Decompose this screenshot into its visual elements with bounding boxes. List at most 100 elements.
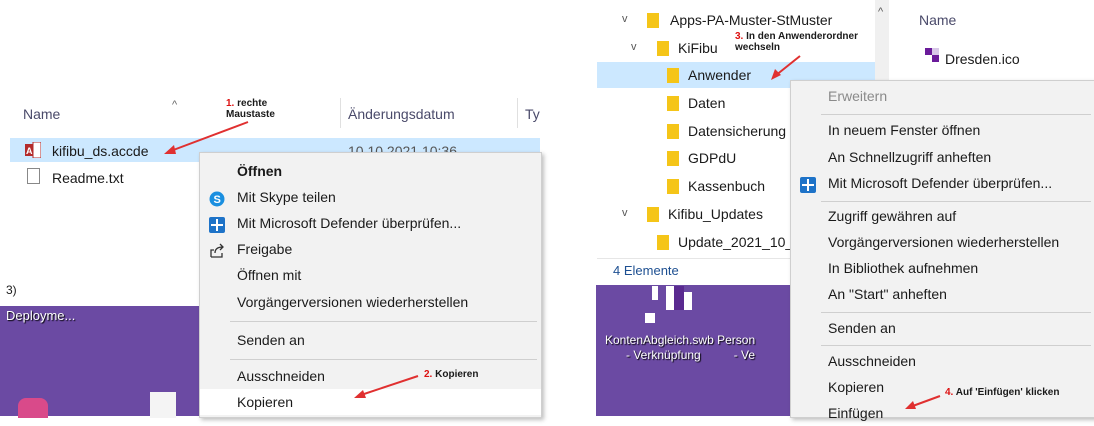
tree-item-gdpdu[interactable]: GDPdU <box>688 150 736 166</box>
column-divider[interactable] <box>517 98 518 128</box>
file-name-readme[interactable]: Readme.txt <box>52 170 124 186</box>
menu-separator <box>821 345 1091 346</box>
menu-item-label: Ausschneiden <box>828 353 916 369</box>
folder-icon <box>667 96 679 111</box>
desktop-label-text: Person <box>717 333 756 347</box>
annotation-number: 3. <box>735 31 744 42</box>
annotation-number: 2. <box>424 369 433 380</box>
menu-item-copy[interactable]: Kopieren <box>200 389 541 415</box>
desktop-app-icon[interactable] <box>18 398 48 418</box>
menu-item-label: Zugriff gewähren auf <box>828 208 957 224</box>
tree-expand-chevron-icon[interactable]: v <box>622 207 628 219</box>
folder-icon <box>657 235 669 250</box>
desktop-icon-label[interactable]: Deployme... <box>6 308 75 323</box>
menu-item-label: Erweitern <box>828 88 888 104</box>
menu-item-label: Mit Skype teilen <box>237 189 336 205</box>
desktop-label-text: KontenAbgleich.swb <box>605 333 714 347</box>
menu-item-label: Vorgängerversionen wiederherstellen <box>828 234 1060 250</box>
menu-item-label: In Bibliothek aufnehmen <box>828 260 979 276</box>
menu-item-add-to-library[interactable]: In Bibliothek aufnehmen <box>791 255 1094 281</box>
context-menu-left: Öffnen S Mit Skype teilen Mit Microsoft … <box>199 152 542 418</box>
desktop-icon-label[interactable]: KontenAbgleich.swb Person - Verknüpfung -… <box>605 333 755 363</box>
column-divider[interactable] <box>340 98 341 128</box>
tree-item-daten[interactable]: Daten <box>688 95 725 111</box>
shortcut-arrow-icon <box>645 313 655 323</box>
menu-item-label: Senden an <box>237 332 305 348</box>
menu-item-label: Mit Microsoft Defender überprüfen... <box>828 175 1053 191</box>
menu-separator <box>821 201 1091 202</box>
annotation-text: In den Anwenderordner <box>746 31 858 42</box>
menu-item-label: An Schnellzugriff anheften <box>828 149 992 165</box>
menu-separator <box>821 114 1091 115</box>
menu-item-restore-versions[interactable]: Vorgängerversionen wiederherstellen <box>200 289 541 315</box>
menu-item-send-to-right[interactable]: Senden an <box>791 315 1094 341</box>
menu-separator <box>230 321 537 322</box>
menu-item-label: Mit Microsoft Defender überprüfen... <box>237 215 462 231</box>
menu-item-label: Ausschneiden <box>237 368 325 384</box>
tree-item-anwender[interactable]: Anwender <box>688 67 751 83</box>
menu-item-label: Einfügen <box>828 405 884 421</box>
tree-item-kifibu-updates[interactable]: Kifibu_Updates <box>668 206 763 222</box>
tree-item-datensicherung[interactable]: Datensicherung <box>688 123 786 139</box>
desktop-label-text: - Verknüpfung <box>626 348 701 362</box>
menu-item-label: Öffnen <box>237 163 283 179</box>
menu-item-send-to[interactable]: Senden an <box>200 327 541 353</box>
folder-icon <box>647 207 659 222</box>
menu-item-pin-start[interactable]: An "Start" anheften <box>791 281 1094 307</box>
menu-item-pin-quick-access[interactable]: An Schnellzugriff anheften <box>791 144 1094 170</box>
annotation-text: Kopieren <box>435 369 479 380</box>
tree-item-apps[interactable]: Apps-PA-Muster-StMuster <box>670 12 832 28</box>
tree-item-kassenbuch[interactable]: Kassenbuch <box>688 178 765 194</box>
menu-item-label: An "Start" anheften <box>828 286 947 302</box>
menu-item-share[interactable]: Freigabe <box>200 236 541 262</box>
folder-icon <box>667 151 679 166</box>
menu-item-label: Kopieren <box>828 379 885 395</box>
menu-item-expand: Erweitern <box>791 83 1094 109</box>
tree-expand-chevron-icon[interactable]: v <box>622 13 628 25</box>
tree-item-update[interactable]: Update_2021_10_ <box>678 234 793 250</box>
menu-separator <box>230 359 537 360</box>
sort-chevron-up-icon: ^ <box>172 99 178 111</box>
menu-item-skype-share[interactable]: S Mit Skype teilen <box>200 184 541 210</box>
tree-expand-chevron-icon[interactable]: v <box>631 41 637 53</box>
file-name-kifibu[interactable]: kifibu_ds.accde <box>52 143 149 159</box>
annotation-text: wechseln <box>735 42 781 53</box>
annotation-text: rechte <box>237 98 268 109</box>
status-bar-count: 4 Elemente <box>613 263 679 278</box>
menu-item-cut[interactable]: Ausschneiden <box>200 363 541 389</box>
annotation-step-3: 3. In den Anwenderordner wechseln <box>735 31 858 53</box>
menu-separator <box>821 312 1091 313</box>
access-file-icon: A <box>25 141 42 159</box>
menu-item-label: Senden an <box>828 320 896 336</box>
menu-item-paste[interactable]: Einfügen <box>791 400 1094 426</box>
annotation-step-1: 1. rechte Maustaste <box>226 98 275 120</box>
defender-shield-icon <box>209 215 225 233</box>
folder-icon <box>667 68 679 83</box>
menu-item-open-with[interactable]: Öffnen mit <box>200 262 541 288</box>
annotation-step-2: 2. Kopieren <box>424 369 478 380</box>
menu-item-cut-right[interactable]: Ausschneiden <box>791 348 1094 374</box>
tree-item-kifibu[interactable]: KiFibu <box>678 40 718 56</box>
desktop-app-icon[interactable] <box>652 286 696 310</box>
annotation-number: 4. <box>945 387 954 398</box>
status-fragment: 3) <box>6 283 17 297</box>
desktop-file-icon[interactable] <box>150 392 176 418</box>
scroll-up-chevron-icon[interactable]: ^ <box>878 6 883 18</box>
annotation-text: Auf 'Einfügen' klicken <box>955 387 1060 398</box>
folder-icon <box>667 179 679 194</box>
annotation-step-4: 4. Auf 'Einfügen' klicken <box>945 387 1059 398</box>
menu-item-label: Öffnen mit <box>237 267 302 283</box>
column-header-name-right[interactable]: Name <box>919 12 956 28</box>
column-header-type[interactable]: Ty <box>525 106 540 122</box>
menu-item-restore-versions-right[interactable]: Vorgängerversionen wiederherstellen <box>791 229 1094 255</box>
column-header-name[interactable]: Name <box>23 106 60 122</box>
menu-item-open[interactable]: Öffnen <box>200 158 541 184</box>
menu-item-open-new-window[interactable]: In neuem Fenster öffnen <box>791 117 1094 143</box>
menu-item-grant-access[interactable]: Zugriff gewähren auf <box>791 203 1094 229</box>
annotation-text: Maustaste <box>226 109 275 120</box>
menu-item-defender-scan[interactable]: Mit Microsoft Defender überprüfen... <box>200 210 541 236</box>
ico-file-icon <box>925 48 939 62</box>
file-name-dresden[interactable]: Dresden.ico <box>945 51 1020 67</box>
menu-item-defender-scan-right[interactable]: Mit Microsoft Defender überprüfen... <box>791 170 1094 196</box>
column-header-date[interactable]: Änderungsdatum <box>348 106 455 122</box>
